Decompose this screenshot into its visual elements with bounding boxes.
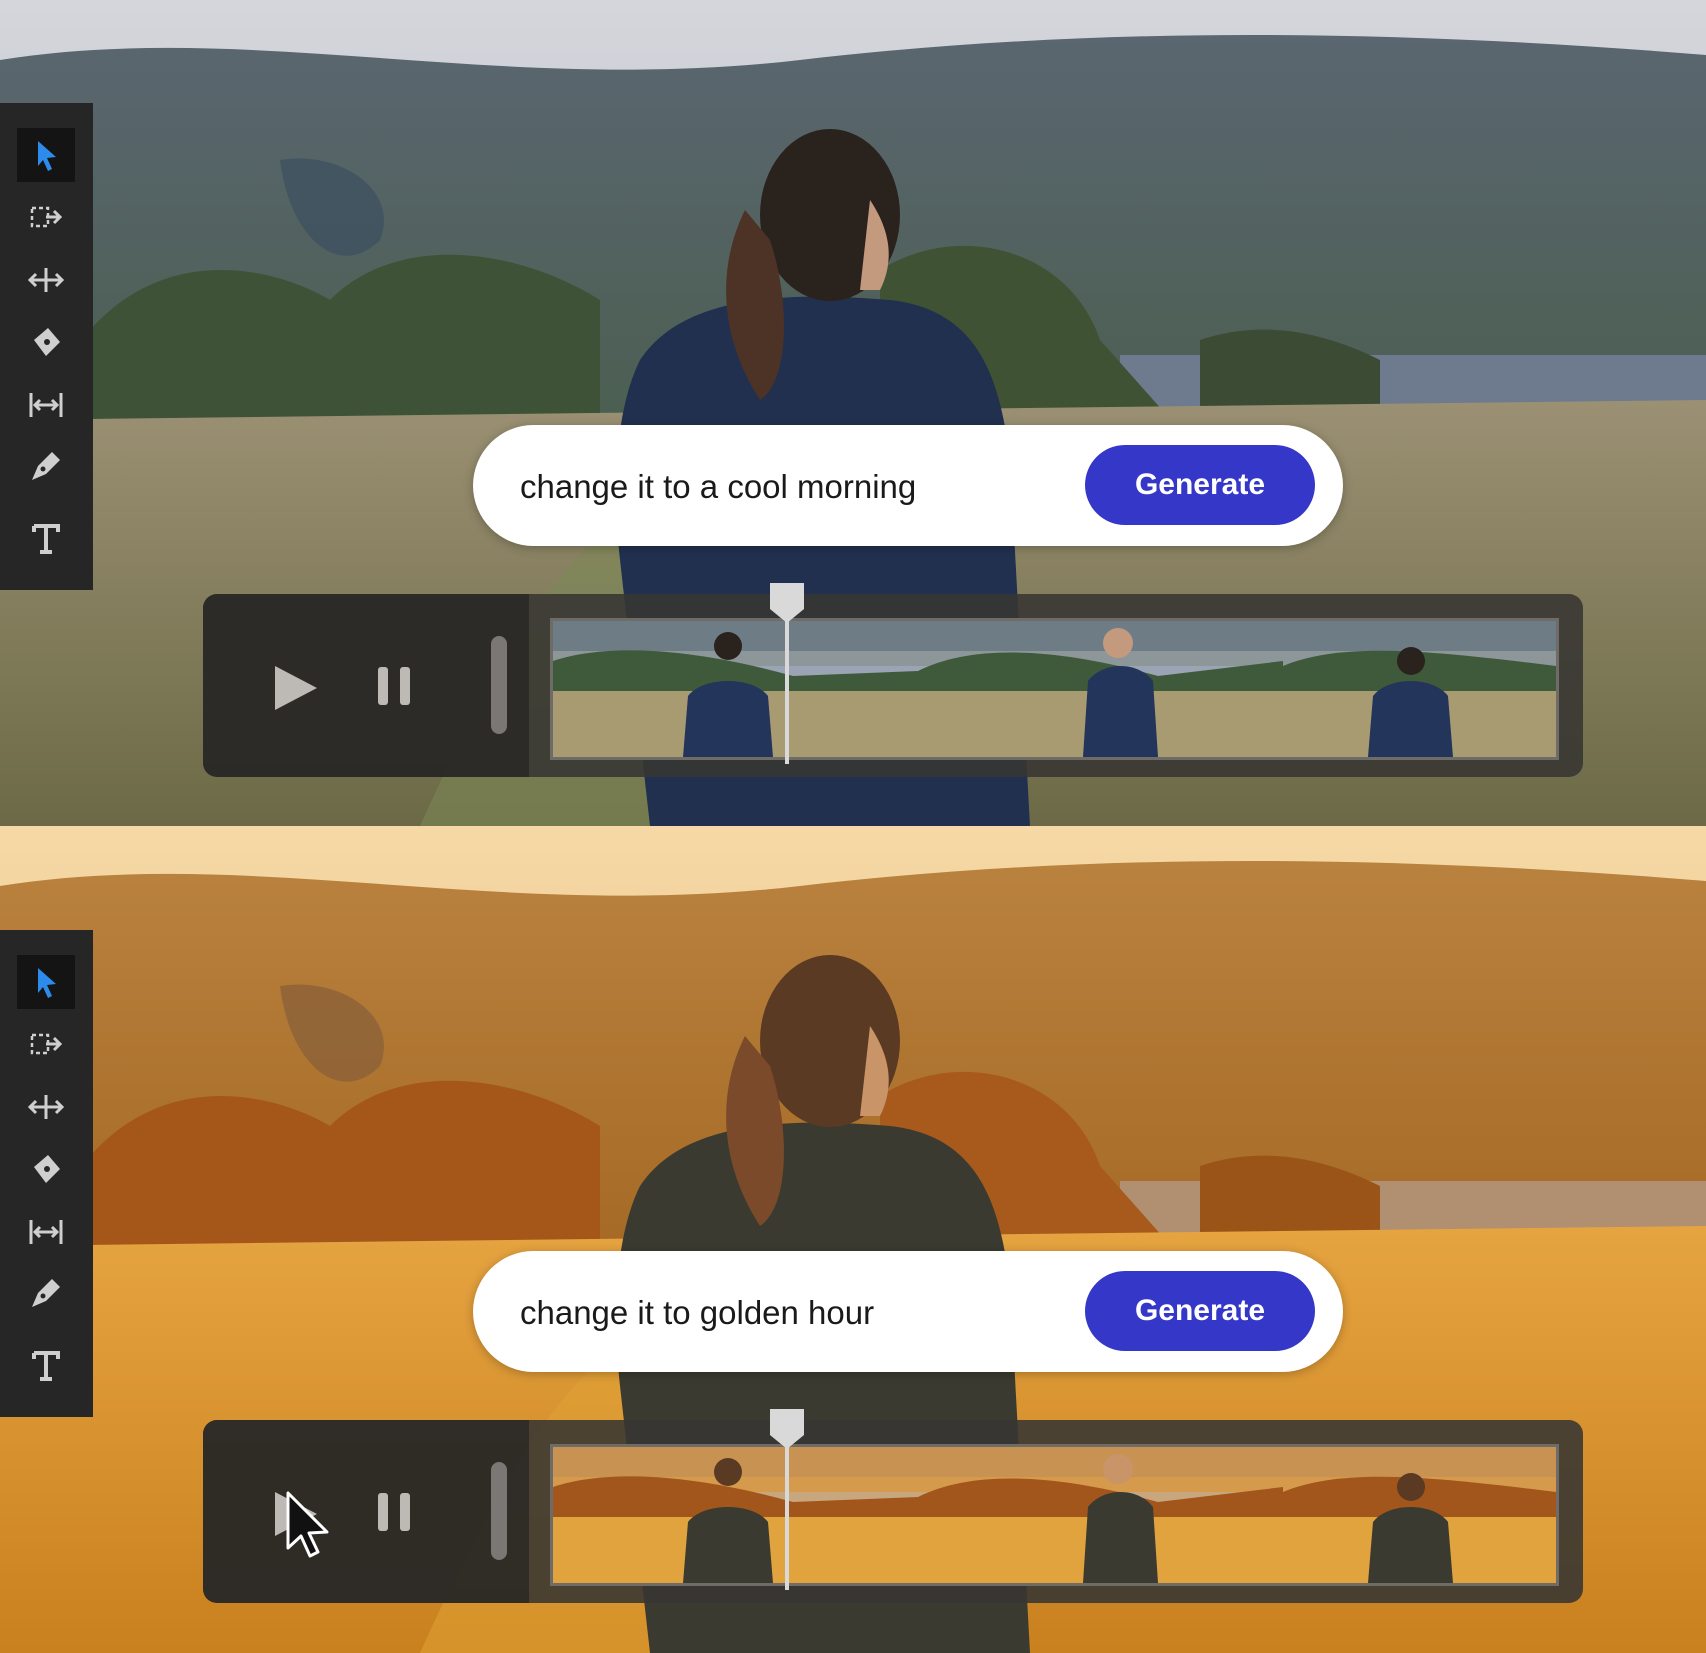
track-select-icon <box>30 1033 63 1055</box>
pen-tool[interactable] <box>17 1266 75 1320</box>
slip-icon <box>29 1220 63 1244</box>
panel-golden-hour: Generate <box>0 826 1706 1653</box>
prompt-bar: Generate <box>473 425 1343 546</box>
clip-thumbnail <box>553 621 918 757</box>
timeline-player <box>203 583 1583 777</box>
timeline-resize-handle[interactable] <box>491 1462 507 1560</box>
pen-icon <box>32 452 60 480</box>
pause-button[interactable] <box>374 1489 414 1535</box>
ripple-edit-icon <box>27 268 65 292</box>
track-select-icon <box>30 206 63 228</box>
selection-arrow-icon <box>38 968 56 998</box>
type-tool[interactable] <box>17 511 75 565</box>
type-tool[interactable] <box>17 1338 75 1392</box>
timeline-resize-handle[interactable] <box>491 636 507 734</box>
track-select-tool[interactable] <box>17 1018 75 1072</box>
track-select-tool[interactable] <box>17 191 75 245</box>
ripple-edit-tool[interactable] <box>17 253 75 307</box>
selection-arrow-icon <box>38 141 56 171</box>
slip-tool[interactable] <box>17 378 75 432</box>
slip-icon <box>29 393 63 417</box>
timeline-clip[interactable] <box>550 1444 1559 1586</box>
playhead-handle[interactable] <box>768 1407 806 1451</box>
tool-palette <box>0 103 93 590</box>
razor-tool[interactable] <box>17 315 75 369</box>
timeline-clip[interactable] <box>550 618 1559 760</box>
tool-palette <box>0 930 93 1417</box>
prompt-input[interactable] <box>518 461 1082 513</box>
panel-cool-morning: Generate <box>0 0 1706 826</box>
razor-tool[interactable] <box>17 1142 75 1196</box>
slip-tool[interactable] <box>17 1205 75 1259</box>
pen-icon <box>32 1279 60 1307</box>
playhead-line <box>785 616 789 764</box>
timeline-player <box>203 1409 1583 1603</box>
prompt-bar: Generate <box>473 1251 1343 1372</box>
pause-button[interactable] <box>374 663 414 709</box>
clip-thumbnail <box>553 1447 918 1583</box>
ripple-edit-icon <box>27 1095 65 1119</box>
razor-icon <box>34 328 60 356</box>
razor-icon <box>34 1155 60 1183</box>
mouse-cursor-icon <box>286 1491 329 1558</box>
prompt-input[interactable] <box>518 1287 1082 1339</box>
clip-thumbnail <box>1283 621 1556 757</box>
clip-thumbnail <box>918 621 1283 757</box>
playback-controls <box>203 594 529 777</box>
play-button[interactable] <box>269 662 321 714</box>
playback-controls <box>203 1420 529 1603</box>
selection-tool[interactable] <box>17 955 75 1009</box>
ripple-edit-tool[interactable] <box>17 1080 75 1134</box>
generate-button[interactable]: Generate <box>1085 1271 1315 1351</box>
type-icon <box>32 524 60 554</box>
generate-button[interactable]: Generate <box>1085 445 1315 525</box>
selection-tool[interactable] <box>17 128 75 182</box>
playhead-handle[interactable] <box>768 581 806 625</box>
clip-thumbnail <box>918 1447 1283 1583</box>
type-icon <box>32 1351 60 1381</box>
pen-tool[interactable] <box>17 439 75 493</box>
playhead-line <box>785 1442 789 1590</box>
clip-thumbnail <box>1283 1447 1556 1583</box>
